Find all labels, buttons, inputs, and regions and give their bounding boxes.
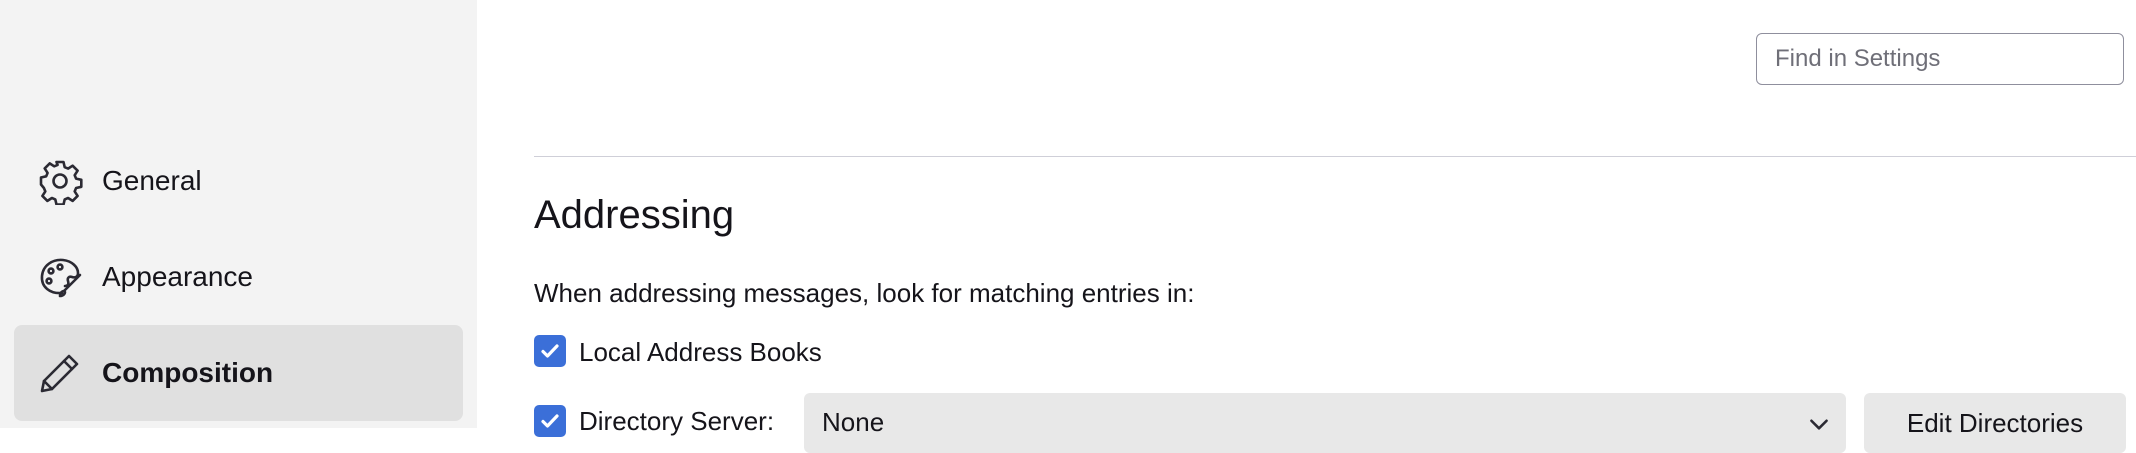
- search-input[interactable]: [1756, 33, 2124, 85]
- sidebar-item-general[interactable]: General: [14, 133, 463, 229]
- checkmark-icon: [541, 414, 559, 428]
- sidebar-item-label: Composition: [102, 357, 274, 388]
- sidebar: General Appearance Composition: [0, 0, 477, 428]
- directory-server-checkbox[interactable]: [534, 405, 566, 437]
- section-description: When addressing messages, look for match…: [534, 278, 1195, 308]
- edit-directories-button[interactable]: Edit Directories: [1864, 393, 2126, 453]
- sidebar-item-composition[interactable]: Composition: [14, 325, 463, 421]
- directory-server-select[interactable]: None: [804, 393, 1846, 453]
- local-address-books-label[interactable]: Local Address Books: [579, 337, 822, 368]
- sidebar-item-label: Appearance: [102, 261, 254, 292]
- directory-server-label[interactable]: Directory Server:: [579, 406, 774, 437]
- gear-icon: [36, 157, 84, 205]
- section-heading: Addressing: [534, 193, 735, 237]
- local-address-books-checkbox[interactable]: [534, 335, 566, 367]
- checkmark-icon: [541, 344, 559, 358]
- palette-icon: [36, 253, 84, 301]
- chevron-down-icon: [1810, 419, 1828, 430]
- sidebar-item-label: General: [102, 165, 202, 196]
- sidebar-item-appearance[interactable]: Appearance: [14, 229, 463, 325]
- divider: [534, 156, 2136, 157]
- pencil-icon: [36, 349, 84, 397]
- select-value: None: [822, 407, 885, 437]
